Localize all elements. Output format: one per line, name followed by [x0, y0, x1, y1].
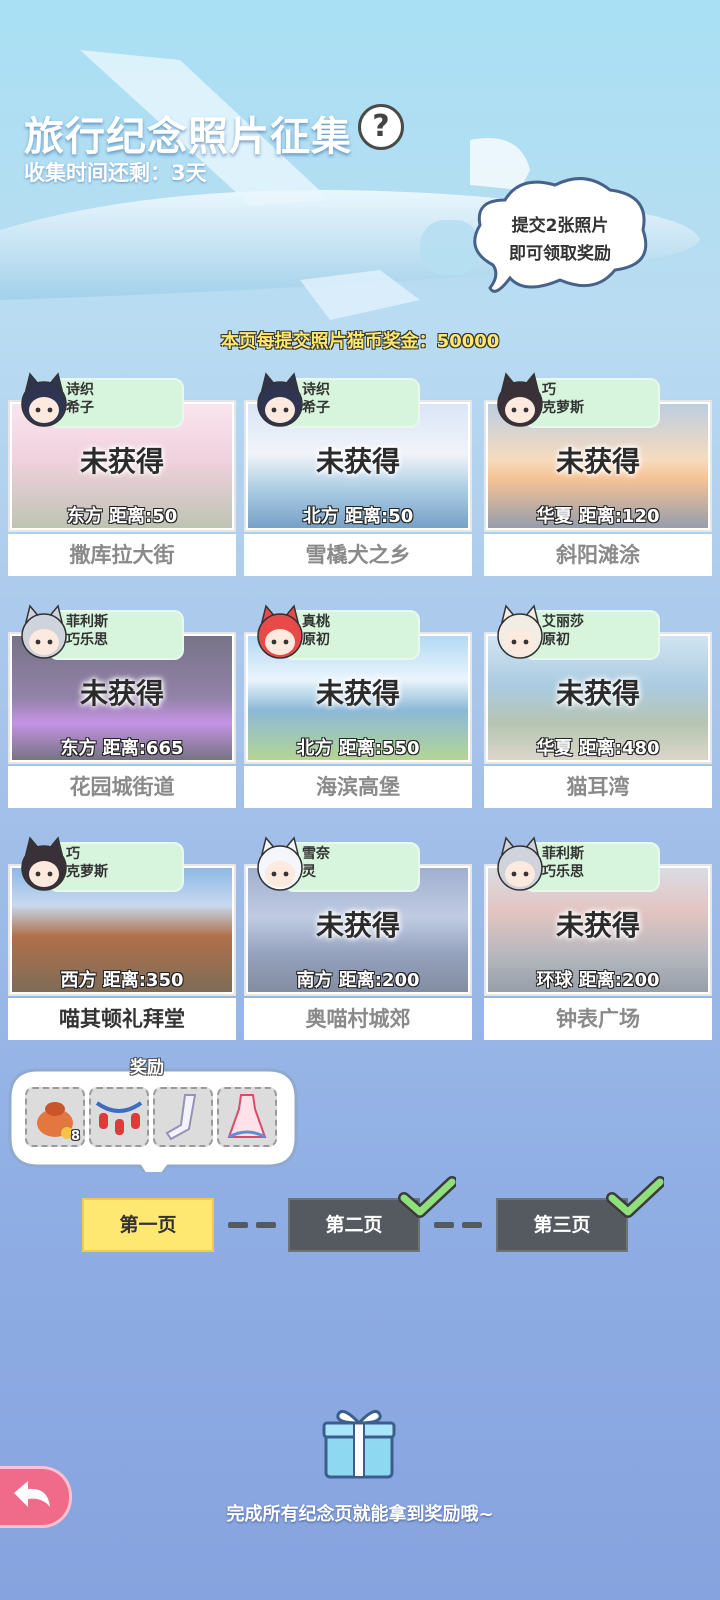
place-name: 喵其顿礼拜堂: [8, 998, 236, 1040]
page-connector: [256, 1222, 276, 1228]
place-name: 猫耳湾: [484, 766, 712, 808]
character-avatar-icon: [21, 836, 67, 891]
place-name: 撒库拉大街: [8, 534, 236, 576]
check-icon: [606, 1176, 664, 1218]
status-text: 未获得: [315, 677, 400, 710]
reward-item-dress[interactable]: [217, 1087, 277, 1147]
dress-icon: [227, 1094, 267, 1139]
back-arrow-icon: [14, 1481, 50, 1507]
direction-distance: 北方 距离:550: [296, 738, 420, 759]
direction-distance: 西方 距离:350: [60, 970, 184, 991]
time-remaining: 收集时间还剩：3天: [24, 161, 207, 185]
coin-bonus-text: 本页每提交照片猫币奖金：50000: [220, 331, 500, 352]
tip-line-2: 即可领取奖励: [509, 244, 611, 264]
direction-distance: 南方 距离:200: [296, 970, 420, 991]
tip-line-1: 提交2张照片: [511, 216, 609, 236]
place-name: 海滨高堡: [244, 766, 472, 808]
character-avatar-icon: [21, 604, 67, 659]
stockings-icon: [165, 1094, 197, 1141]
page-connector: [228, 1222, 248, 1228]
character-avatar-icon: [257, 604, 303, 659]
reward-item-cat-coin-bag[interactable]: 8: [25, 1087, 85, 1147]
photo-card[interactable]: 未获得 东方 距离:50 诗织 希子 撒库拉大街: [8, 372, 236, 580]
final-reward-text: 完成所有纪念页就能拿到奖励哦~: [226, 1504, 494, 1525]
page-connector: [462, 1222, 482, 1228]
photo-card[interactable]: 未获得 南方 距离:200 雪奈灵奥喵村城郊: [244, 836, 472, 1044]
event-title: 旅行纪念照片征集: [24, 114, 352, 160]
status-text: 未获得: [555, 677, 640, 710]
check-icon: [398, 1176, 456, 1218]
status-text: 未获得: [555, 909, 640, 942]
page-tab-1[interactable]: 第一页: [82, 1198, 214, 1252]
place-name: 花园城街道: [8, 766, 236, 808]
back-button[interactable]: [0, 1466, 72, 1528]
character-avatar-icon: [497, 604, 543, 659]
reward-item-lantern-garland[interactable]: [89, 1087, 149, 1147]
reward-count: 8: [70, 1129, 80, 1144]
character-avatar-icon: [497, 372, 543, 427]
status-text: 未获得: [315, 445, 400, 478]
photo-card[interactable]: 未获得 北方 距离:50 诗织 希子 雪橇犬之乡: [244, 372, 472, 580]
photo-card[interactable]: 未获得 东方 距离:665 菲利斯 巧乐思 花园城街道: [8, 604, 236, 812]
place-name: 奥喵村城郊: [244, 998, 472, 1040]
status-text: 未获得: [315, 909, 400, 942]
direction-distance: 北方 距离:50: [302, 506, 414, 527]
photo-card[interactable]: 西方 距离:350 巧克萝斯 喵其顿礼拜堂: [8, 836, 236, 1044]
place-name: 钟表广场: [484, 998, 712, 1040]
page-connector: [434, 1222, 454, 1228]
gift-box-icon[interactable]: [322, 1405, 396, 1481]
direction-distance: 环球 距离:200: [536, 970, 660, 991]
photo-card[interactable]: 未获得 北方 距离:550 真桃 原初 海滨高堡: [244, 604, 472, 812]
reward-label: 奖励: [130, 1058, 164, 1078]
direction-distance: 华夏 距离:480: [536, 738, 660, 759]
help-button[interactable]: ?: [358, 104, 404, 150]
place-name: 斜阳滩涂: [484, 534, 712, 576]
status-text: 未获得: [555, 445, 640, 478]
photo-card[interactable]: 未获得 环球 距离:200 菲利斯 巧乐思 钟表广场: [484, 836, 712, 1044]
character-avatar-icon: [257, 836, 303, 891]
direction-distance: 东方 距离:665: [60, 738, 184, 759]
character-avatar-icon: [21, 372, 67, 427]
character-avatar-icon: [257, 372, 303, 427]
photo-card[interactable]: 未获得 华夏 距离:480 艾丽莎 原初 猫耳湾: [484, 604, 712, 812]
status-text: 未获得: [79, 445, 164, 478]
place-name: 雪橇犬之乡: [244, 534, 472, 576]
lantern-garland-icon: [95, 1101, 143, 1135]
character-avatar-icon: [497, 836, 543, 891]
photo-card[interactable]: 未获得 华夏 距离:120 巧克萝斯 斜阳滩涂: [484, 372, 712, 580]
direction-distance: 东方 距离:50: [66, 506, 178, 527]
tip-text: 提交2张照片 即可领取奖励: [465, 212, 655, 268]
reward-item-stockings[interactable]: [153, 1087, 213, 1147]
direction-distance: 华夏 距离:120: [536, 506, 660, 527]
status-text: 未获得: [79, 677, 164, 710]
